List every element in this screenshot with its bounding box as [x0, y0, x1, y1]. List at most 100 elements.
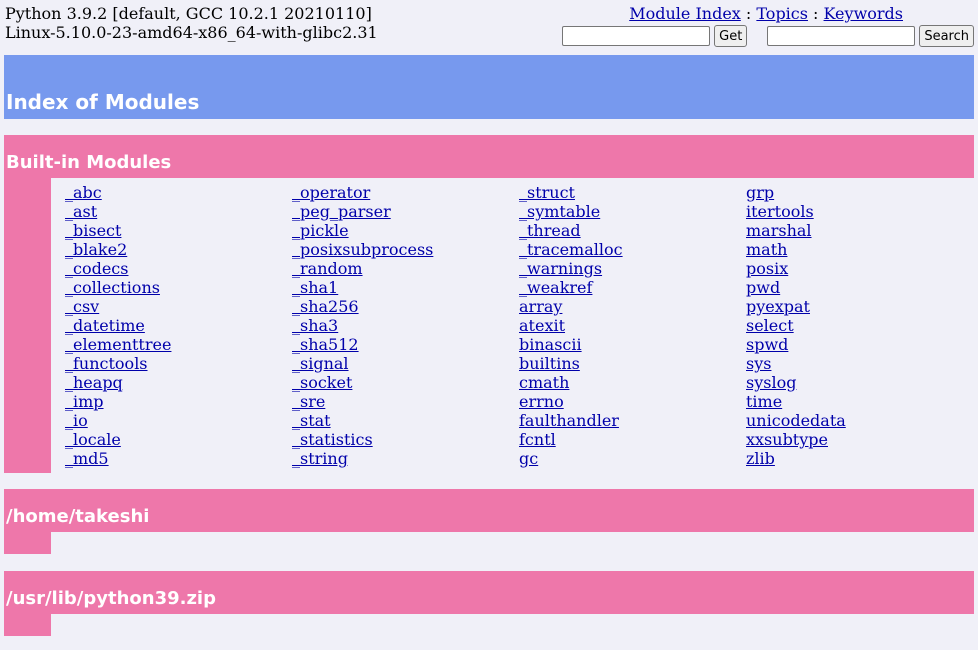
- search-button[interactable]: Search: [919, 25, 974, 47]
- module-link[interactable]: _operator: [292, 183, 370, 202]
- module-link[interactable]: marshal: [746, 221, 812, 240]
- module-link[interactable]: _sre: [292, 392, 325, 411]
- list-item: _tracemalloc: [519, 240, 746, 259]
- list-item: _functools: [65, 354, 292, 373]
- module-link[interactable]: spwd: [746, 335, 788, 354]
- module-link[interactable]: posix: [746, 259, 788, 278]
- module-link[interactable]: _md5: [65, 449, 109, 468]
- module-link[interactable]: _peg_parser: [292, 202, 391, 221]
- module-link[interactable]: _imp: [65, 392, 104, 411]
- page-title-bar: Index of Modules: [4, 55, 974, 119]
- module-link[interactable]: _random: [292, 259, 363, 278]
- module-link[interactable]: _signal: [292, 354, 349, 373]
- module-link[interactable]: array: [519, 297, 562, 316]
- module-link[interactable]: _elementtree: [65, 335, 171, 354]
- module-link[interactable]: _ast: [65, 202, 97, 221]
- module-link[interactable]: cmath: [519, 373, 569, 392]
- module-link[interactable]: _locale: [65, 430, 121, 449]
- list-item: xxsubtype: [746, 430, 973, 449]
- list-item: _sha512: [292, 335, 519, 354]
- search-input[interactable]: [767, 26, 916, 46]
- list-item: time: [746, 392, 973, 411]
- module-link[interactable]: select: [746, 316, 794, 335]
- module-link[interactable]: _weakref: [519, 278, 592, 297]
- module-link[interactable]: _functools: [65, 354, 148, 373]
- separator: :: [807, 4, 824, 23]
- module-link[interactable]: _sha256: [292, 297, 359, 316]
- module-link[interactable]: _posixsubprocess: [292, 240, 433, 259]
- module-link[interactable]: _collections: [65, 278, 160, 297]
- module-link[interactable]: errno: [519, 392, 564, 411]
- list-item: _peg_parser: [292, 202, 519, 221]
- module-link[interactable]: grp: [746, 183, 774, 202]
- list-item: grp: [746, 183, 973, 202]
- module-link[interactable]: _sha3: [292, 316, 338, 335]
- module-link[interactable]: _datetime: [65, 316, 145, 335]
- module-link[interactable]: atexit: [519, 316, 565, 335]
- module-link[interactable]: _csv: [65, 297, 99, 316]
- list-item: _thread: [519, 221, 746, 240]
- module-link[interactable]: faulthandler: [519, 411, 619, 430]
- list-item: _warnings: [519, 259, 746, 278]
- list-item: _sha256: [292, 297, 519, 316]
- module-link[interactable]: _thread: [519, 221, 581, 240]
- module-link[interactable]: _warnings: [519, 259, 602, 278]
- module-link[interactable]: _sha512: [292, 335, 359, 354]
- keywords-link[interactable]: Keywords: [824, 4, 903, 23]
- module-list: _abc _ast _bisect _blake2 _codecs _collection…: [65, 183, 973, 468]
- list-item: _io: [65, 411, 292, 430]
- module-link[interactable]: gc: [519, 449, 538, 468]
- module-link[interactable]: _tracemalloc: [519, 240, 623, 259]
- module-link[interactable]: _heapq: [65, 373, 123, 392]
- section-title: Built-in Modules: [6, 152, 172, 173]
- get-input[interactable]: [562, 26, 711, 46]
- module-link[interactable]: _statistics: [292, 430, 373, 449]
- module-link[interactable]: _codecs: [65, 259, 128, 278]
- list-item: _blake2: [65, 240, 292, 259]
- list-item: cmath: [519, 373, 746, 392]
- module-link[interactable]: zlib: [746, 449, 775, 468]
- topics-link[interactable]: Topics: [756, 4, 808, 23]
- module-link[interactable]: math: [746, 240, 787, 259]
- section-header-builtin: Built-in Modules: [4, 135, 974, 178]
- module-link[interactable]: builtins: [519, 354, 580, 373]
- module-link[interactable]: pwd: [746, 278, 780, 297]
- module-link[interactable]: _socket: [292, 373, 352, 392]
- module-link[interactable]: unicodedata: [746, 411, 846, 430]
- section-header-home: /home/takeshi: [4, 489, 974, 532]
- list-item: _codecs: [65, 259, 292, 278]
- list-item: _locale: [65, 430, 292, 449]
- list-item: _imp: [65, 392, 292, 411]
- module-link[interactable]: _sha1: [292, 278, 338, 297]
- module-link[interactable]: _string: [292, 449, 348, 468]
- module-link[interactable]: binascii: [519, 335, 582, 354]
- module-link[interactable]: xxsubtype: [746, 430, 828, 449]
- list-item: sys: [746, 354, 973, 373]
- module-link[interactable]: _blake2: [65, 240, 127, 259]
- get-button[interactable]: Get: [714, 25, 748, 47]
- module-link[interactable]: _struct: [519, 183, 575, 202]
- list-item: _sre: [292, 392, 519, 411]
- module-index-link[interactable]: Module Index: [629, 4, 741, 23]
- module-link[interactable]: _stat: [292, 411, 331, 430]
- module-link[interactable]: _io: [65, 411, 88, 430]
- module-link[interactable]: syslog: [746, 373, 796, 392]
- section-title: /home/takeshi: [6, 506, 150, 527]
- module-link[interactable]: _abc: [65, 183, 102, 202]
- module-link[interactable]: sys: [746, 354, 771, 373]
- list-item: _bisect: [65, 221, 292, 240]
- module-link[interactable]: fcntl: [519, 430, 556, 449]
- module-link[interactable]: time: [746, 392, 782, 411]
- list-item: gc: [519, 449, 746, 468]
- list-item: _collections: [65, 278, 292, 297]
- list-item: syslog: [746, 373, 973, 392]
- module-link[interactable]: _symtable: [519, 202, 600, 221]
- platform-line: Linux-5.10.0-23-amd64-x86_64-with-glibc2…: [5, 23, 378, 42]
- module-link[interactable]: pyexpat: [746, 297, 810, 316]
- module-link[interactable]: _bisect: [65, 221, 121, 240]
- module-link[interactable]: itertools: [746, 202, 814, 221]
- list-item: _stat: [292, 411, 519, 430]
- list-item: marshal: [746, 221, 973, 240]
- module-link[interactable]: _pickle: [292, 221, 349, 240]
- list-item: _statistics: [292, 430, 519, 449]
